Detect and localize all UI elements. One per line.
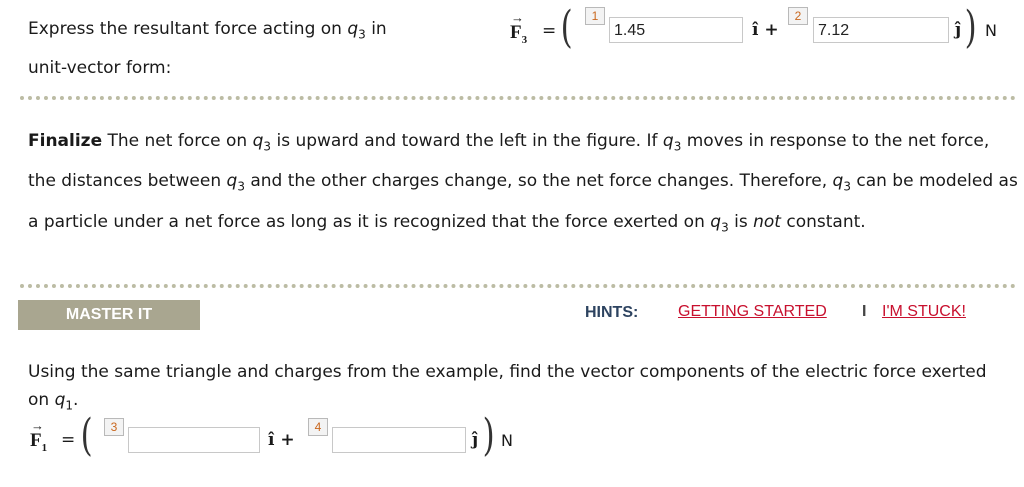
- open-paren: (: [560, 2, 573, 53]
- i-hat-unit: î +: [752, 20, 779, 40]
- j-hat-unit: ĵ: [955, 20, 962, 40]
- finalize-label: Finalize: [28, 131, 103, 151]
- open-paren: (: [80, 410, 93, 461]
- section-divider: [20, 284, 1016, 288]
- answer-badge-3: 3: [104, 418, 124, 436]
- getting-started-link[interactable]: GETTING STARTED: [678, 303, 827, 321]
- question-1-prompt: Express the resultant force acting on q3…: [28, 19, 387, 79]
- section-divider: [20, 96, 1016, 100]
- close-paren: ): [964, 2, 977, 53]
- charge-variable: q3: [347, 19, 366, 42]
- charge-variable: q1: [54, 390, 74, 413]
- hints-label: HINTS:: [585, 304, 639, 321]
- force-vector-label: → F1: [30, 418, 48, 454]
- equals-sign: =: [542, 21, 557, 41]
- answer-input-i-component[interactable]: 1.45: [609, 17, 743, 43]
- answer-badge-4: 4: [308, 418, 328, 436]
- answer-badge-2: 2: [788, 7, 808, 25]
- question-2-prompt: Using the same triangle and charges from…: [28, 362, 987, 413]
- force-vector-label: → F3: [510, 10, 528, 46]
- finalize-paragraph: Finalize The net force on q3 is upward a…: [28, 131, 1018, 235]
- close-paren: ): [482, 410, 495, 461]
- units-label: N: [985, 21, 997, 40]
- answer-badge-1: 1: [585, 7, 605, 25]
- answer-input-i-component[interactable]: [128, 427, 260, 453]
- master-it-header: MASTER IT: [18, 300, 200, 330]
- answer-input-j-component[interactable]: 7.12: [813, 17, 949, 43]
- answer-input-j-component[interactable]: [332, 427, 466, 453]
- hint-separator: I: [862, 303, 867, 320]
- i-hat-unit: î +: [268, 430, 295, 450]
- equals-sign: =: [61, 430, 76, 450]
- j-hat-unit: ĵ: [472, 430, 479, 450]
- units-label: N: [501, 431, 513, 450]
- im-stuck-link[interactable]: I'M STUCK!: [882, 303, 966, 321]
